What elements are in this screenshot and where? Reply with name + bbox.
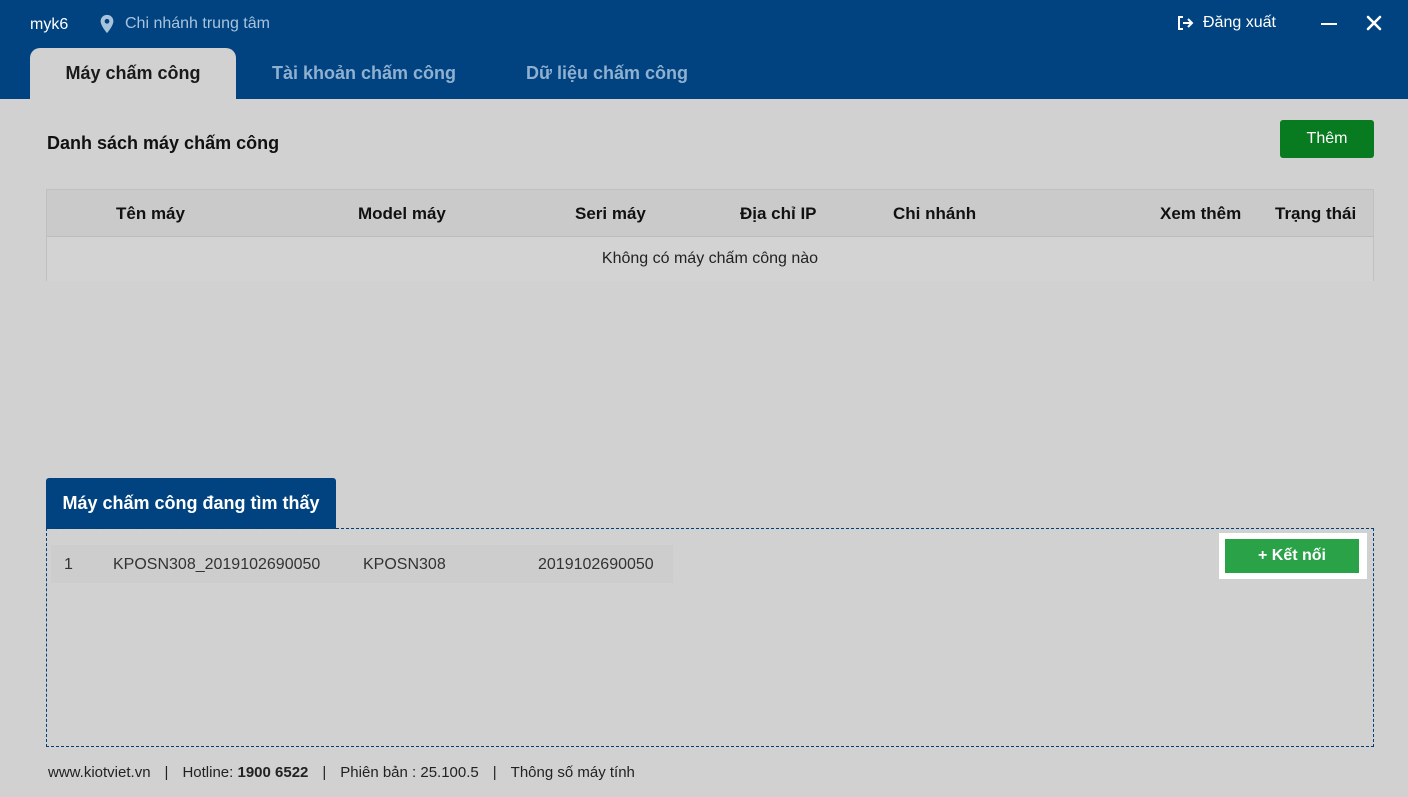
hotline-number: 1900 6522 [237, 764, 309, 781]
device-model: KPOSN308 [363, 556, 446, 573]
add-button[interactable]: Thêm [1280, 120, 1374, 158]
column-header-xem-them[interactable]: Xem thêm [1160, 204, 1241, 224]
tab-may-cham-cong[interactable]: Máy chấm công [30, 48, 236, 99]
version-text: Phiên bản : 25.100.5 [340, 764, 479, 781]
logout-label: Đăng xuất [1203, 14, 1276, 31]
device-index: 1 [64, 556, 73, 573]
column-header-seri-may[interactable]: Seri máy [575, 204, 646, 224]
branch-name: Chi nhánh trung tâm [125, 15, 270, 32]
column-header-chi-nhanh[interactable]: Chi nhánh [893, 204, 976, 224]
found-devices-list: 1 KPOSN308_2019102690050 KPOSN308 201910… [46, 528, 1374, 747]
title-bar: myk6 Chi nhánh trung tâm Đăng xuất Máy c… [0, 0, 1408, 99]
close-icon[interactable] [1362, 11, 1386, 35]
table-header: Tên máy Model máy Seri máy Địa chỉ IP Ch… [47, 190, 1373, 237]
devices-table: Tên máy Model máy Seri máy Địa chỉ IP Ch… [46, 189, 1374, 281]
column-header-trang-thai[interactable]: Trạng thái [1275, 204, 1356, 224]
logout-icon [1178, 16, 1194, 30]
column-header-model-may[interactable]: Model máy [358, 204, 446, 224]
hotline-label: Hotline: [182, 764, 238, 781]
tab-tai-khoan-cham-cong[interactable]: Tài khoản chấm công [262, 48, 466, 99]
device-serial: 2019102690050 [538, 556, 654, 573]
username: myk6 [30, 16, 69, 33]
footer: www.kiotviet.vn | Hotline: 1900 6522 | P… [48, 764, 635, 781]
list-item[interactable]: 1 KPOSN308_2019102690050 KPOSN308 201910… [51, 545, 673, 583]
minimize-icon[interactable] [1319, 11, 1341, 35]
page-title: Danh sách máy chấm công [47, 133, 280, 153]
connect-button[interactable]: + Kết nối [1225, 539, 1359, 573]
column-header-dia-chi-ip[interactable]: Địa chỉ IP [740, 204, 817, 224]
divider: | [164, 764, 169, 781]
divider: | [492, 764, 497, 781]
website-link[interactable]: www.kiotviet.vn [48, 764, 151, 781]
connect-button-wrapper: + Kết nối [1219, 533, 1367, 579]
app-window: myk6 Chi nhánh trung tâm Đăng xuất Máy c… [0, 0, 1408, 797]
logout-button[interactable]: Đăng xuất [1176, 14, 1276, 32]
column-header-ten-may[interactable]: Tên máy [116, 204, 185, 224]
branch-selector[interactable]: Chi nhánh trung tâm [98, 14, 270, 34]
table-empty-message: Không có máy chấm công nào [47, 237, 1373, 281]
device-name: KPOSN308_2019102690050 [113, 556, 321, 573]
found-devices-header: Máy chấm công đang tìm thấy [46, 478, 336, 529]
computer-specs-link[interactable]: Thông số máy tính [511, 764, 635, 781]
tab-du-lieu-cham-cong[interactable]: Dữ liệu chấm công [514, 48, 700, 99]
location-pin-icon [100, 14, 114, 34]
divider: | [322, 764, 327, 781]
